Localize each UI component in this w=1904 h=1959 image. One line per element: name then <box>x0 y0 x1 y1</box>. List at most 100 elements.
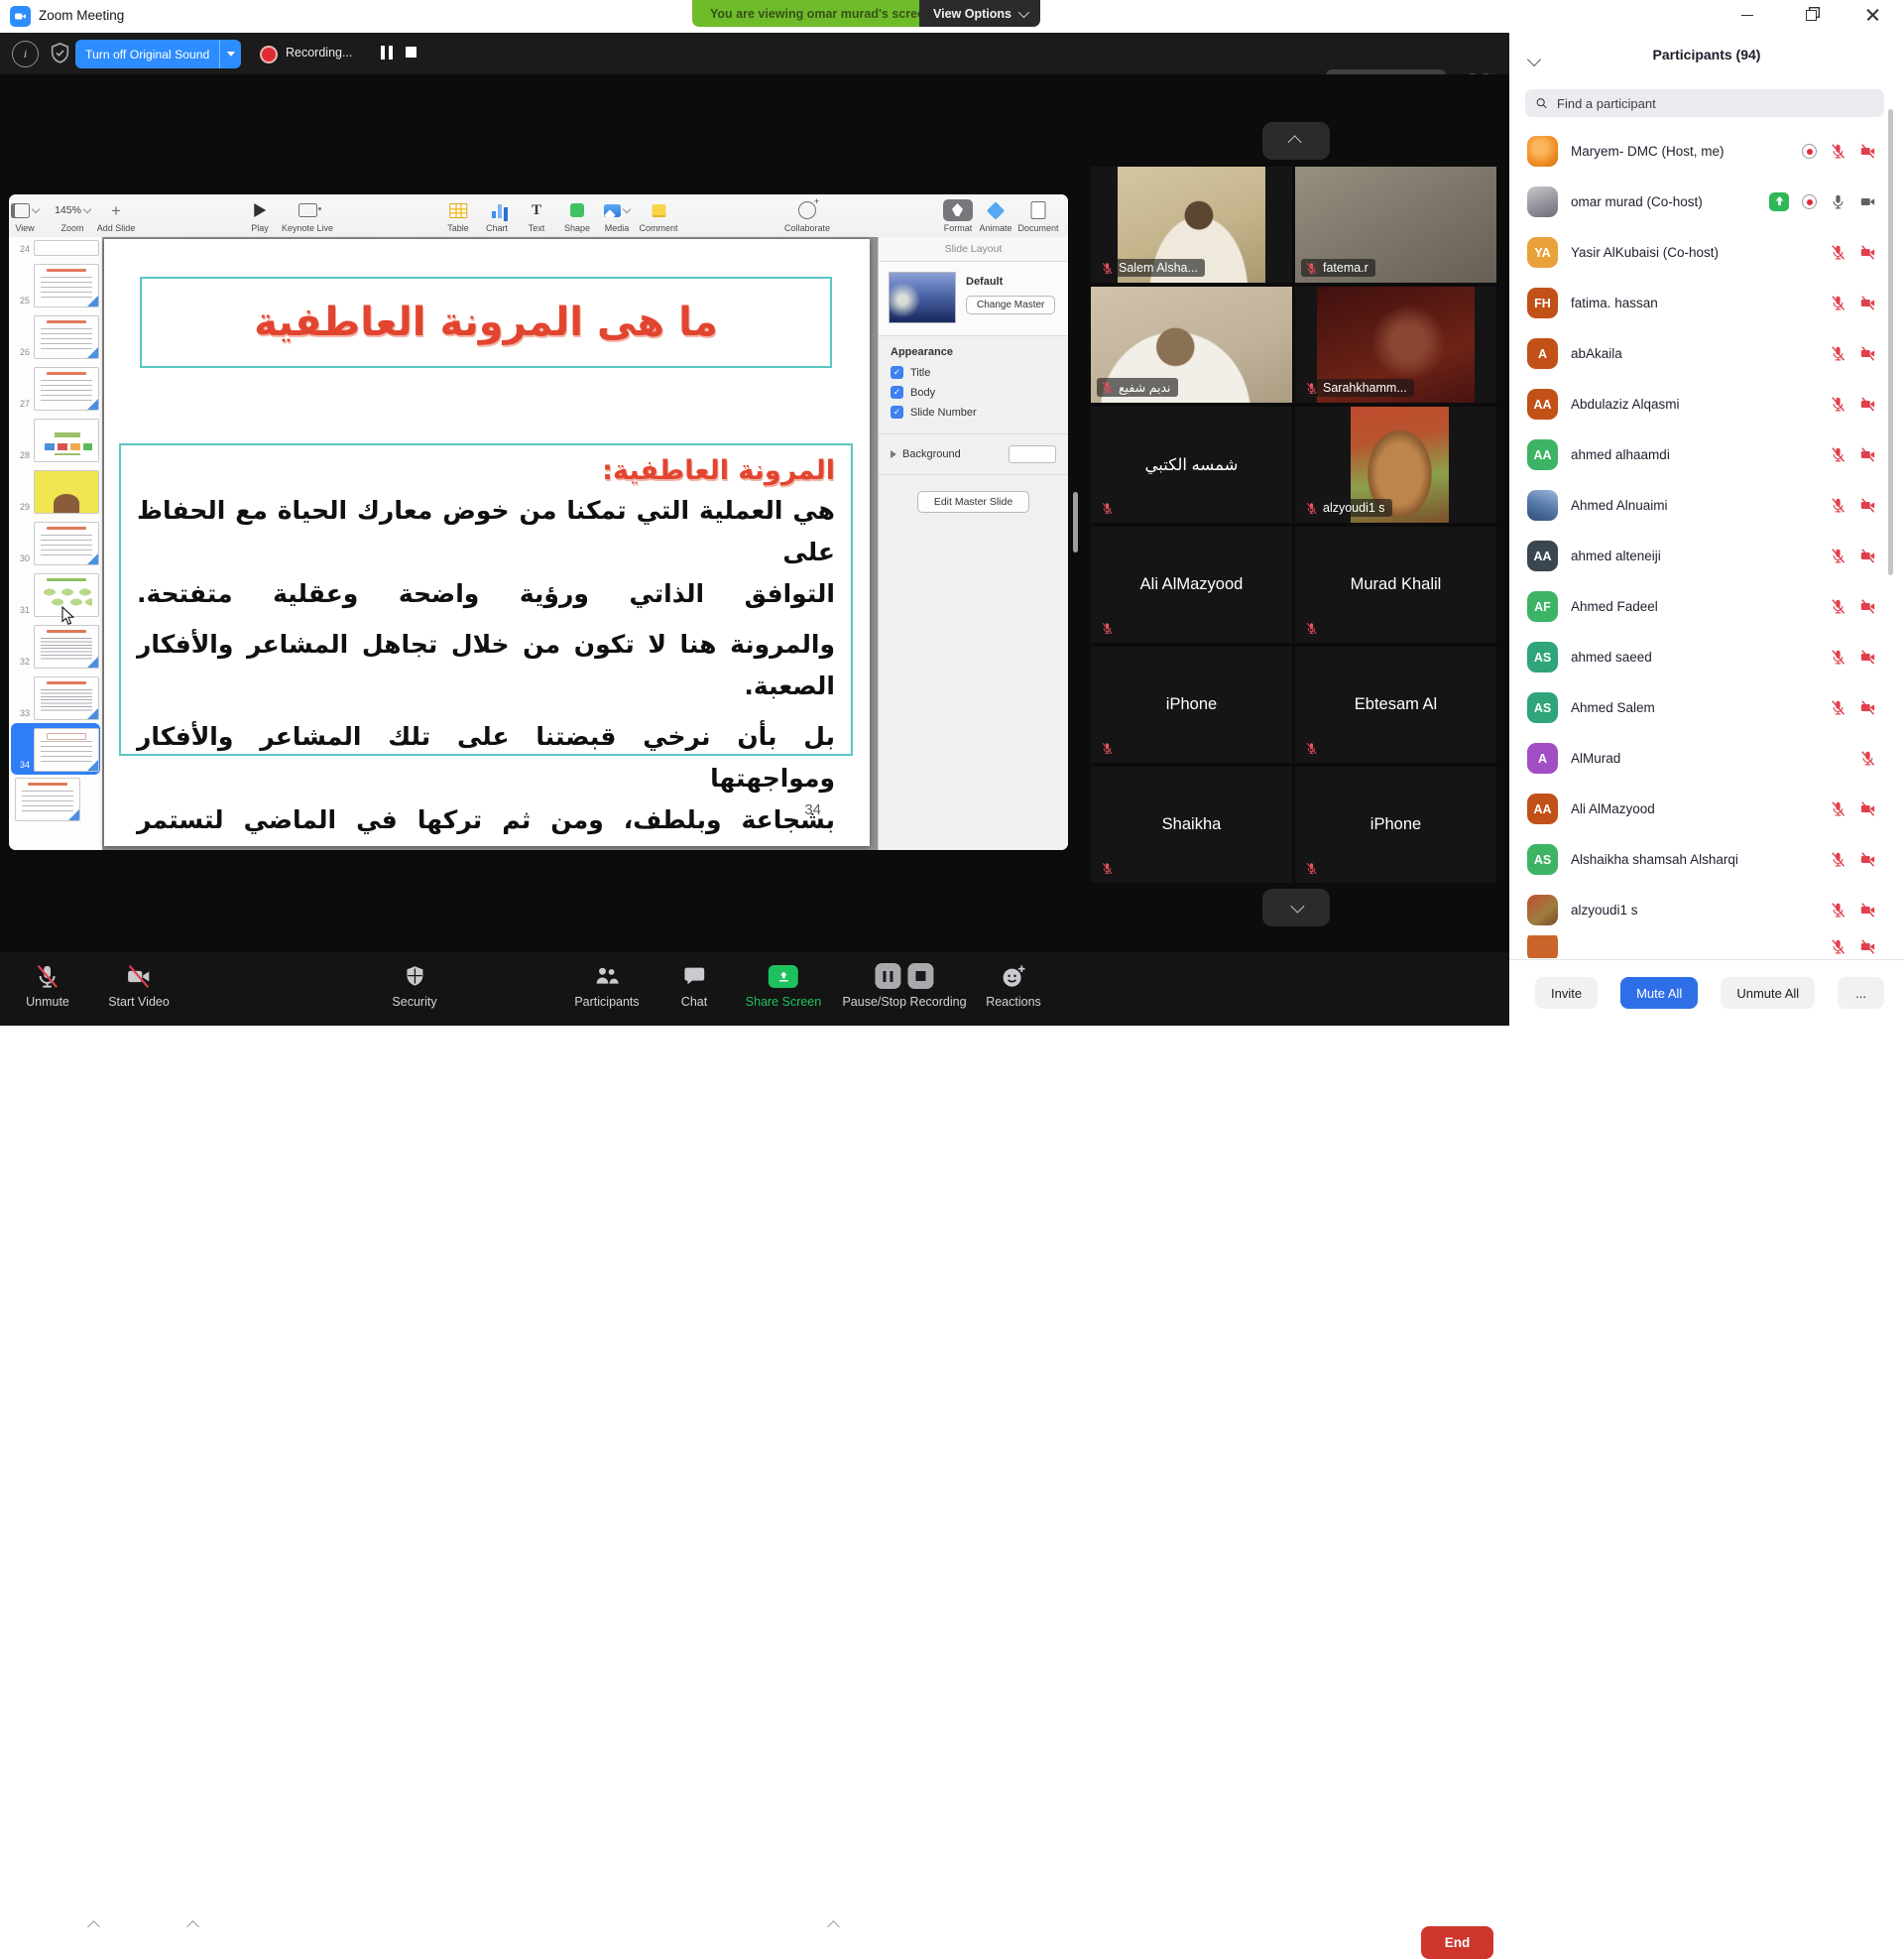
kn-tool-shape[interactable]: Shape <box>564 198 590 233</box>
slide-thumbnail[interactable]: 32 <box>11 620 100 672</box>
video-tile[interactable]: Ali AlMazyood <box>1091 527 1292 643</box>
participant-row[interactable]: AS ahmed saeed <box>1509 632 1904 682</box>
kn-tool-play[interactable]: Play <box>251 198 269 233</box>
video-tile[interactable]: fatema.r <box>1295 167 1496 283</box>
participants-button[interactable]: Participants <box>574 961 639 1009</box>
end-meeting-button[interactable]: End <box>1421 1926 1493 1959</box>
meeting-info-icon[interactable]: i <box>12 41 39 67</box>
participant-search[interactable] <box>1525 89 1884 117</box>
change-master-button[interactable]: Change Master <box>966 296 1055 314</box>
participant-row[interactable]: AS Ahmed Salem <box>1509 682 1904 733</box>
kn-tool-add-slide[interactable]: + Add Slide <box>97 198 136 233</box>
slide-thumbnail[interactable]: 29 <box>11 465 100 517</box>
gallery-scroll-up-button[interactable] <box>1262 122 1330 160</box>
video-tile[interactable]: Shaikha <box>1091 767 1292 883</box>
kn-tool-text[interactable]: T Text <box>529 198 545 233</box>
slide-body-box[interactable]: المرونة العاطفية: هي العملية التي تمكنا … <box>119 443 853 756</box>
mute-all-button[interactable]: Mute All <box>1620 977 1698 1009</box>
invite-button[interactable]: Invite <box>1535 977 1598 1009</box>
audio-options-chevron[interactable] <box>87 1920 100 1933</box>
participant-row-partial[interactable] <box>1509 935 1904 958</box>
master-slide-preview[interactable] <box>889 272 956 323</box>
video-tile[interactable]: Murad Khalil <box>1295 527 1496 643</box>
stop-recording-icon[interactable] <box>908 963 934 989</box>
slide-thumbnail[interactable]: 31 <box>11 568 100 620</box>
participant-row[interactable]: AA ahmed alhaamdi <box>1509 429 1904 480</box>
kn-tool-chart[interactable]: Chart <box>486 198 508 233</box>
video-tile[interactable]: Ebtesam Al <box>1295 647 1496 763</box>
video-tile[interactable]: iPhone <box>1091 647 1292 763</box>
checkbox-checked[interactable] <box>891 386 903 399</box>
kn-tool-table[interactable]: Table <box>447 198 469 233</box>
video-options-chevron[interactable] <box>186 1920 199 1933</box>
participant-row[interactable]: Ahmed Alnuaimi <box>1509 480 1904 531</box>
kn-tool-collaborate[interactable]: Collaborate <box>784 198 830 233</box>
unmute-all-button[interactable]: Unmute All <box>1721 977 1815 1009</box>
slide-thumbnail[interactable]: 35 <box>11 775 100 808</box>
participant-row[interactable]: A AlMurad <box>1509 733 1904 784</box>
video-tile[interactable]: Sarahkhamm... <box>1295 287 1496 403</box>
security-button[interactable]: Security <box>392 961 436 1009</box>
pause-recording-icon[interactable] <box>876 963 901 989</box>
participant-row[interactable]: omar murad (Co-host) <box>1509 177 1904 227</box>
reactions-button[interactable]: Reactions <box>986 961 1041 1009</box>
kn-tool-zoom[interactable]: 145% Zoom <box>55 198 90 233</box>
checkbox-checked[interactable] <box>891 406 903 419</box>
slide-thumbnail[interactable]: 26 <box>11 310 100 362</box>
edit-master-slide-button[interactable]: Edit Master Slide <box>917 491 1029 513</box>
gallery-scroll-down-button[interactable] <box>1262 889 1330 926</box>
stop-recording-icon[interactable] <box>406 47 416 58</box>
slide-thumbnail[interactable]: 27 <box>11 362 100 414</box>
participant-row[interactable]: Maryem- DMC (Host, me) <box>1509 126 1904 177</box>
kn-tool-comment[interactable]: Comment <box>639 198 677 233</box>
kn-tool-format[interactable]: Format <box>943 198 973 233</box>
unmute-button[interactable]: Unmute <box>26 961 69 1009</box>
participant-row[interactable]: AA ahmed alteneiji <box>1509 531 1904 581</box>
participant-row[interactable]: AA Ali AlMazyood <box>1509 784 1904 834</box>
slide-thumbnail[interactable]: 25 <box>11 259 100 310</box>
video-tile[interactable]: شمسه الكتبي <box>1091 407 1292 523</box>
share-screen-button[interactable]: Share Screen <box>746 961 821 1009</box>
more-button[interactable]: ... <box>1838 977 1884 1009</box>
participant-row[interactable]: YA Yasir AlKubaisi (Co-host) <box>1509 227 1904 278</box>
participant-row[interactable]: AF Ahmed Fadeel <box>1509 581 1904 632</box>
restore-button[interactable] <box>1791 0 1831 30</box>
slide-title-box[interactable]: ما هى المرونة العاطفية <box>140 277 832 368</box>
pause-stop-recording-button[interactable]: Pause/Stop Recording <box>842 961 966 1009</box>
chat-button[interactable]: Chat <box>681 961 707 1009</box>
video-tile[interactable]: Salem Alsha... <box>1091 167 1292 283</box>
start-video-button[interactable]: Start Video <box>108 961 170 1009</box>
background-disclosure-icon[interactable] <box>891 450 896 458</box>
video-tile[interactable]: نديم شفيع <box>1091 287 1292 403</box>
minimize-button[interactable] <box>1727 0 1767 30</box>
sound-dropdown-caret[interactable] <box>219 40 241 68</box>
turn-off-original-sound-button[interactable]: Turn off Original Sound <box>75 40 241 68</box>
video-tile[interactable]: iPhone <box>1295 767 1496 883</box>
kn-tool-document[interactable]: Document <box>1017 198 1058 233</box>
keynote-slide-navigator[interactable]: 24 25 26 27 28 29 30 31 <box>9 237 103 850</box>
checkbox-checked[interactable] <box>891 366 903 379</box>
participant-row[interactable]: AS Alshaikha shamsah Alsharqi <box>1509 834 1904 885</box>
kn-tool-animate[interactable]: Animate <box>979 198 1012 233</box>
search-input[interactable] <box>1555 95 1874 112</box>
view-options-button[interactable]: View Options <box>919 0 1040 27</box>
slide-thumbnail[interactable]: 30 <box>11 517 100 568</box>
encryption-shield-icon[interactable] <box>48 41 72 65</box>
kn-tool-view[interactable]: View <box>11 198 39 233</box>
video-tile[interactable]: alzyoudi1 s <box>1295 407 1496 523</box>
slide-thumbnail[interactable]: 34 <box>11 723 100 775</box>
kn-tool-media[interactable]: Media <box>604 198 630 233</box>
slide-thumbnail[interactable]: 28 <box>11 414 100 465</box>
background-color-well[interactable] <box>1009 445 1056 463</box>
participant-row[interactable]: alzyoudi1 s <box>1509 885 1904 935</box>
participant-row[interactable]: AA Abdulaziz Alqasmi <box>1509 379 1904 429</box>
participant-row[interactable]: A abAkaila <box>1509 328 1904 379</box>
share-options-chevron[interactable] <box>827 1920 840 1933</box>
panel-scrollbar[interactable] <box>1888 109 1893 575</box>
slide-thumbnail[interactable]: 24 <box>11 237 100 259</box>
pause-recording-icon[interactable] <box>381 46 393 60</box>
participant-row[interactable]: FH fatima. hassan <box>1509 278 1904 328</box>
kn-tool-keynote-live[interactable]: Keynote Live <box>282 198 333 233</box>
close-button[interactable] <box>1852 0 1892 30</box>
slide-thumbnail[interactable]: 33 <box>11 672 100 723</box>
